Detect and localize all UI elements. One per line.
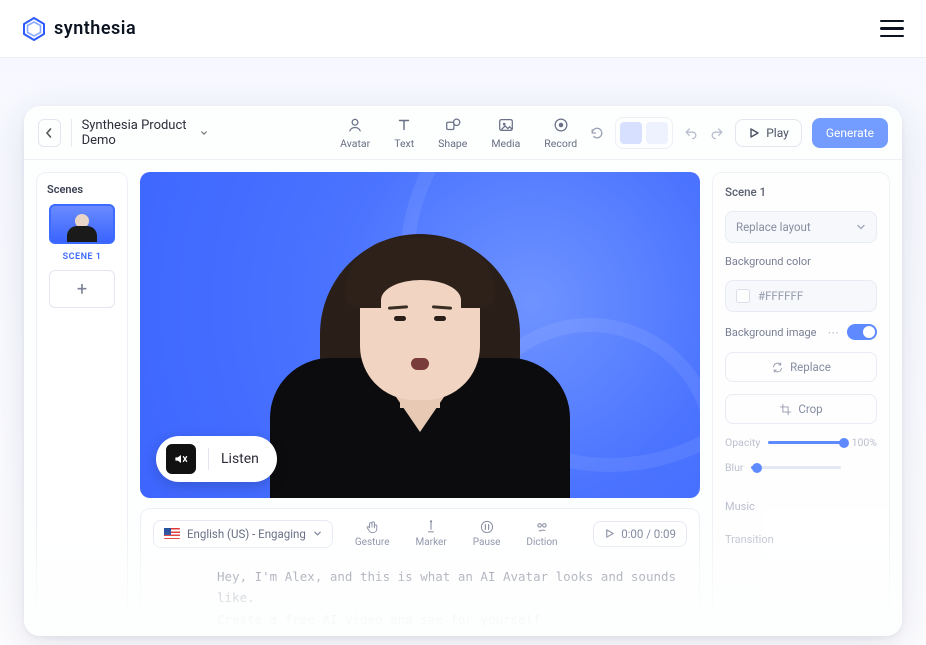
replace-icon <box>771 361 784 374</box>
marker-icon <box>423 519 439 535</box>
brand-logo-icon <box>22 17 46 41</box>
scenes-panel: Scenes SCENE 1 + <box>36 172 128 636</box>
script-text[interactable]: Hey, I'm Alex, and this is what an AI Av… <box>153 566 687 630</box>
time-text: 0:00 / 0:09 <box>621 527 676 541</box>
gesture-label: Gesture <box>355 537 390 548</box>
scenes-title: Scenes <box>47 183 83 196</box>
scene-1-label: SCENE 1 <box>63 252 102 262</box>
menu-icon[interactable] <box>880 20 904 38</box>
flag-us-icon <box>164 528 180 539</box>
marker-label: Marker <box>416 537 447 548</box>
diction-icon <box>534 519 550 535</box>
divider <box>208 448 209 470</box>
bg-color-label: Background color <box>725 255 877 268</box>
blur-slider[interactable] <box>751 466 841 469</box>
replace-label: Replace <box>790 360 831 374</box>
shape-icon <box>444 116 462 134</box>
pause-icon <box>479 519 495 535</box>
gesture-icon <box>364 519 380 535</box>
project-title-dropdown[interactable]: Synthesia Product Demo <box>82 118 209 148</box>
mini-avatar-2 <box>646 122 668 144</box>
back-button[interactable] <box>38 119 61 147</box>
script-line-2: Create a free AI video and see for yours… <box>217 609 687 630</box>
color-swatch <box>736 289 750 303</box>
tool-media[interactable]: Media <box>491 116 520 150</box>
opacity-slider[interactable] <box>768 441 843 444</box>
chevron-down-icon <box>200 128 208 138</box>
generate-button[interactable]: Generate <box>812 118 888 148</box>
replace-layout-label: Replace layout <box>736 220 811 234</box>
tool-shape-label: Shape <box>438 137 467 150</box>
media-icon <box>497 116 515 134</box>
bg-image-label: Background image <box>725 326 817 339</box>
chevron-left-icon <box>44 128 54 138</box>
transition-label: Transition <box>725 533 877 546</box>
scene-thumbnail-1[interactable] <box>49 204 115 244</box>
tool-avatar[interactable]: Avatar <box>340 116 370 150</box>
pause-label: Pause <box>473 537 501 548</box>
avatar-icon <box>346 116 364 134</box>
text-icon <box>395 116 413 134</box>
bg-color-input[interactable]: #FFFFFF <box>725 280 877 312</box>
script-tool-pause[interactable]: Pause <box>473 519 501 548</box>
tool-avatar-label: Avatar <box>340 137 370 150</box>
undo-icon[interactable] <box>683 125 699 141</box>
properties-panel: Scene 1 Replace layout Background color … <box>712 172 890 636</box>
script-panel: English (US) - Engaging Gesture Marker <box>140 508 700 636</box>
language-selector[interactable]: English (US) - Engaging <box>153 520 333 548</box>
avatar-selector[interactable] <box>615 117 673 149</box>
tool-media-label: Media <box>491 137 520 150</box>
scene-title: Scene 1 <box>725 185 877 199</box>
brand-name: synthesia <box>54 18 136 39</box>
crop-button[interactable]: Crop <box>725 394 877 424</box>
crop-icon <box>779 403 792 416</box>
replace-layout-select[interactable]: Replace layout <box>725 211 877 243</box>
blur-label: Blur <box>725 461 743 474</box>
refresh-icon[interactable] <box>589 125 605 141</box>
diction-label: Diction <box>526 537 557 548</box>
bg-color-value: #FFFFFF <box>758 289 803 303</box>
record-icon <box>552 116 570 134</box>
tool-text[interactable]: Text <box>394 116 414 150</box>
playback-time[interactable]: 0:00 / 0:09 <box>593 521 687 547</box>
tool-record-label: Record <box>544 137 577 150</box>
brand[interactable]: synthesia <box>22 17 136 41</box>
divider <box>71 119 72 147</box>
opacity-label: Opacity <box>725 436 760 449</box>
play-icon <box>748 127 760 139</box>
more-icon[interactable]: ⋯ <box>828 325 840 339</box>
listen-pill[interactable]: Listen <box>156 436 277 482</box>
script-tool-diction[interactable]: Diction <box>526 519 557 548</box>
script-tool-marker[interactable]: Marker <box>416 519 447 548</box>
video-canvas[interactable]: Listen <box>140 172 700 498</box>
replace-image-button[interactable]: Replace <box>725 352 877 382</box>
mute-icon[interactable] <box>166 444 196 474</box>
editor-card: Synthesia Product Demo Avatar Text Shape <box>24 106 902 636</box>
script-tool-gesture[interactable]: Gesture <box>355 519 390 548</box>
redo-icon[interactable] <box>709 125 725 141</box>
tool-text-label: Text <box>394 137 414 150</box>
site-navbar: synthesia <box>0 0 926 58</box>
add-scene-button[interactable]: + <box>49 270 115 308</box>
language-label: English (US) - Engaging <box>187 527 306 541</box>
opacity-value: 100% <box>852 436 877 449</box>
listen-label: Listen <box>221 451 259 467</box>
play-label: Play <box>766 126 789 140</box>
project-title-text: Synthesia Product Demo <box>82 118 195 148</box>
tool-shape[interactable]: Shape <box>438 116 467 150</box>
bg-image-toggle[interactable] <box>847 324 877 340</box>
script-line-1: Hey, I'm Alex, and this is what an AI Av… <box>217 566 687 609</box>
music-label: Music <box>725 500 877 513</box>
play-icon <box>604 528 615 539</box>
play-button[interactable]: Play <box>735 119 802 147</box>
chevron-down-icon <box>856 222 866 232</box>
chevron-down-icon <box>313 529 322 538</box>
crop-label: Crop <box>798 402 822 416</box>
avatar-figure <box>260 198 580 498</box>
mini-avatar-1 <box>620 122 642 144</box>
editor-toolbar: Synthesia Product Demo Avatar Text Shape <box>24 106 902 160</box>
tool-record[interactable]: Record <box>544 116 577 150</box>
